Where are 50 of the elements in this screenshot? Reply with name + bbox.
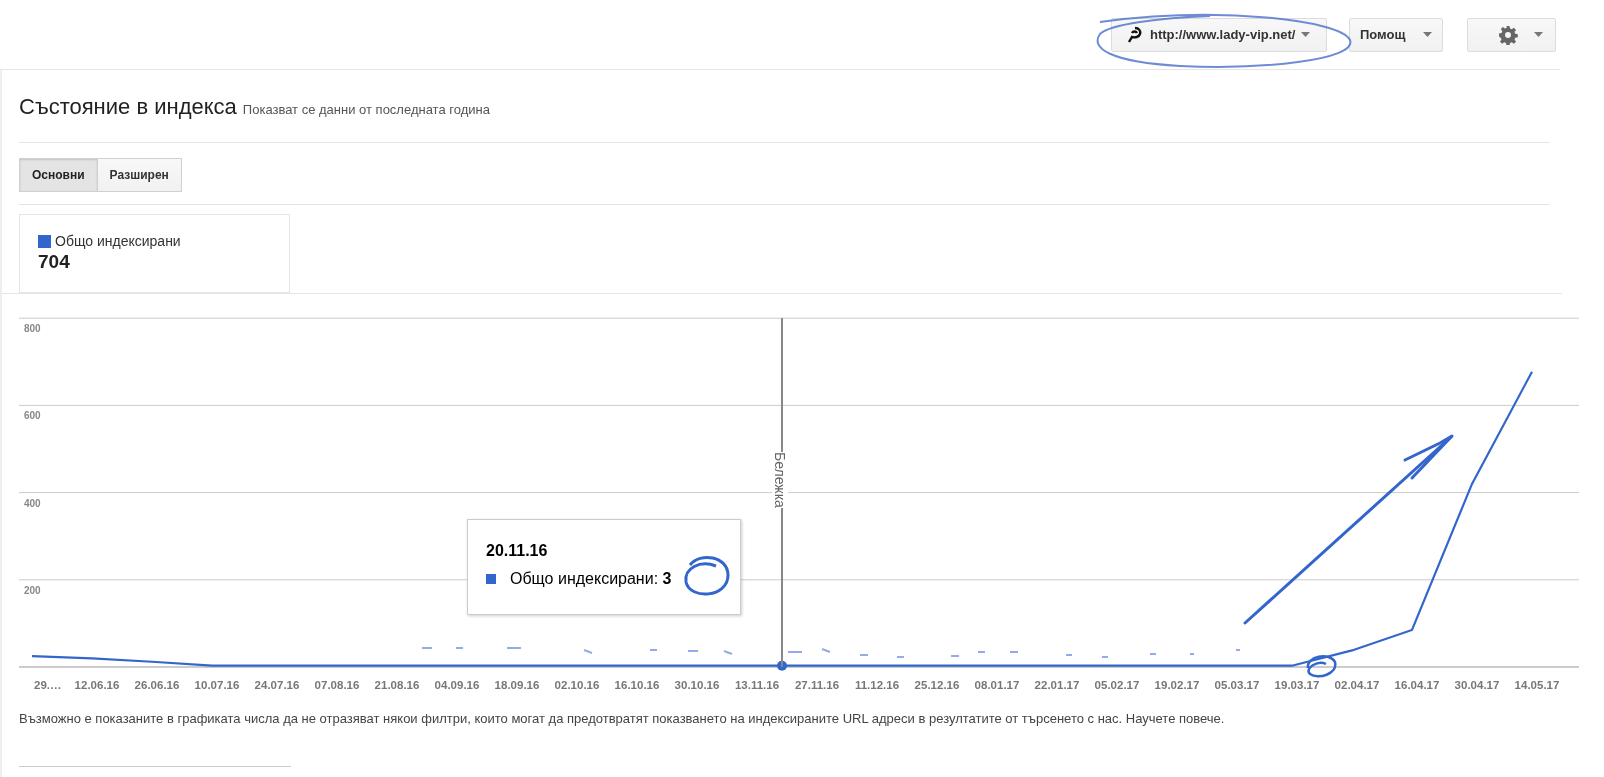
x-axis-label: 10.07.16 [194, 679, 240, 691]
page-title: Състояние в индекса [19, 94, 237, 120]
x-axis-label: 16.04.17 [1394, 679, 1440, 691]
y-axis-label: 800 [24, 323, 41, 335]
x-axis-label: 02.04.17 [1334, 679, 1380, 691]
x-axis-label: 11.12.16 [854, 679, 900, 691]
view-tab[interactable]: Разширен [97, 158, 182, 192]
x-axis-label: 02.10.16 [554, 679, 600, 691]
help-menu[interactable]: Помощ [1349, 17, 1443, 52]
footnote: Възможно е показаните в графиката числа да не отразяват някои филтри, които могат да предотвратят показването на индексираните URL адреси в резултатите от търсенето с нас. Научете повече. [19, 711, 1226, 726]
x-axis-label: 25.12.16 [914, 679, 960, 691]
y-axis-label: 400 [24, 497, 41, 509]
x-axis-label: 26.06.16 [134, 679, 180, 691]
note-label: Бележка [772, 452, 788, 508]
tooltip-date: 20.11.16 [486, 542, 549, 560]
x-axis-label: 18.09.16 [494, 679, 540, 691]
x-axis-label: 22.01.17 [1034, 679, 1080, 691]
x-axis-label: 05.02.17 [1094, 679, 1140, 691]
caret-icon [1301, 32, 1311, 37]
x-axis-label: 07.08.16 [314, 679, 360, 691]
x-axis-label: 14.05.17 [1514, 679, 1560, 691]
site-selector[interactable]: http://www.lady-vip.net/ [1111, 17, 1327, 52]
legend-swatch [38, 234, 51, 248]
view-tab[interactable]: Основни [19, 158, 98, 192]
x-axis-label: 30.10.16 [674, 679, 720, 691]
legend-label: Общо индексирани [55, 233, 181, 249]
x-axis-label: 13.11.16 [734, 679, 780, 691]
x-axis-label: 08.01.17 [974, 679, 1020, 691]
page-subtitle: Показват се данни от последната година [242, 102, 490, 117]
caret-icon [1423, 32, 1432, 37]
x-axis-label: 12.06.16 [74, 679, 120, 691]
settings-icon [1498, 24, 1518, 45]
x-axis-label: 16.10.16 [614, 679, 660, 691]
x-axis-label: 04.09.16 [434, 679, 480, 691]
x-axis-label: 19.02.17 [1154, 679, 1200, 691]
x-axis-label: 27.11.16 [794, 679, 840, 691]
legend-swatch [486, 574, 496, 584]
x-axis-label: 21.08.16 [374, 679, 420, 691]
x-axis-label: 30.04.17 [1454, 679, 1500, 691]
x-axis-label: 29.… [34, 679, 62, 691]
x-axis-label: 24.07.16 [254, 679, 300, 691]
settings-button[interactable] [1467, 17, 1556, 52]
tooltip-value: Общо индексирани: 3 [510, 570, 672, 588]
site-favicon-icon [1126, 25, 1144, 44]
y-axis-label: 600 [24, 410, 41, 422]
x-axis-label: 19.03.17 [1274, 679, 1320, 691]
x-axis-label: 05.03.17 [1214, 679, 1260, 691]
legend-value: 704 [38, 251, 71, 273]
y-axis-label: 200 [24, 584, 41, 596]
caret-icon [1534, 32, 1543, 37]
